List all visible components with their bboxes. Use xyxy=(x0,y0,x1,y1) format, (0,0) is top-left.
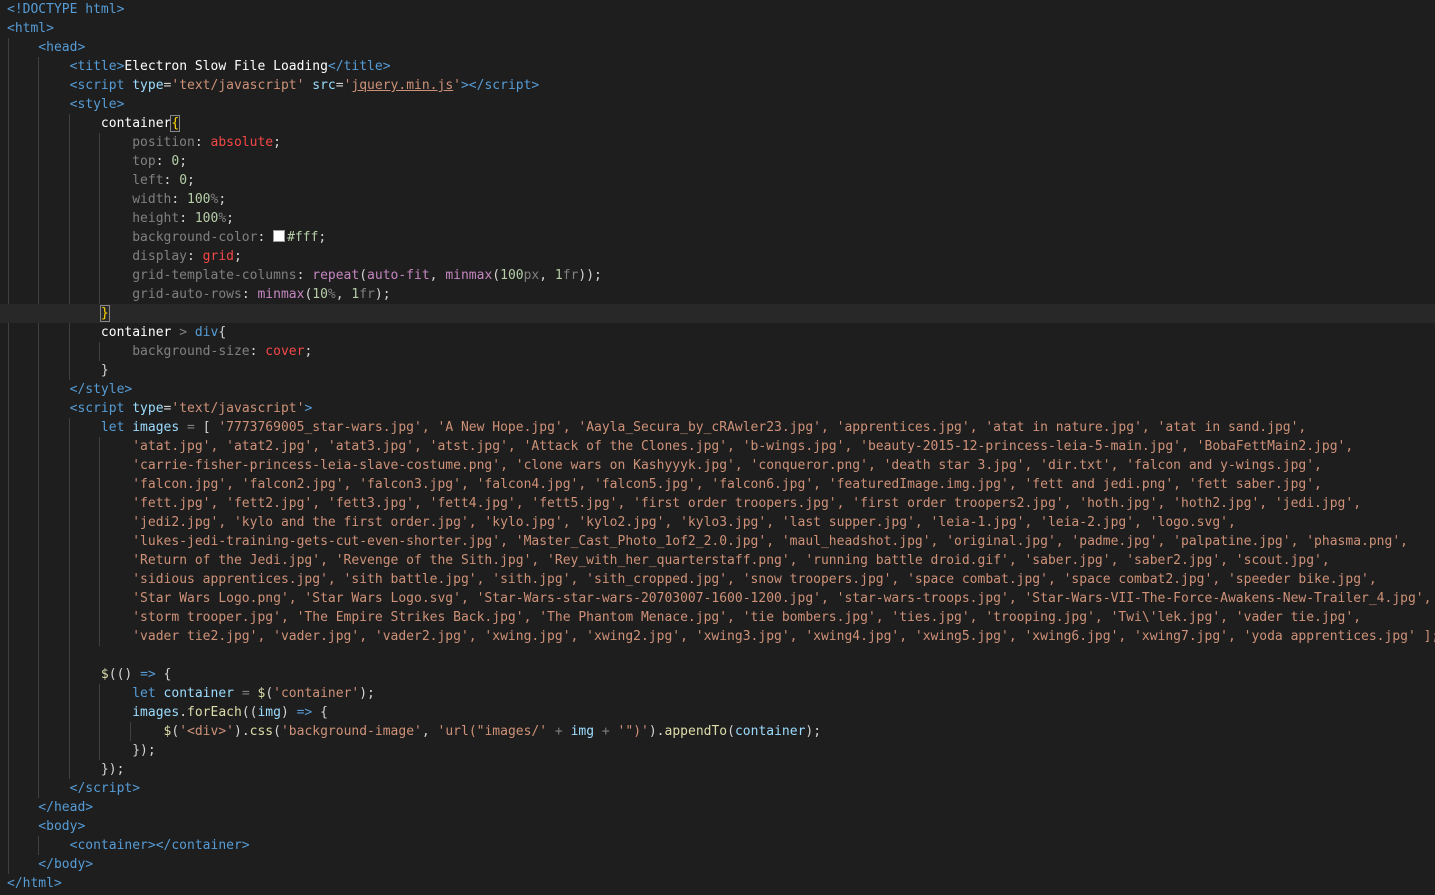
code-line[interactable]: $('<div>').css('background-image', 'url(… xyxy=(0,722,1435,741)
images-array-line: 'atat.jpg', 'atat2.jpg', 'atat3.jpg', 'a… xyxy=(132,439,1354,454)
bracket-match: { xyxy=(170,115,181,132)
code-line[interactable]: background-color: #fff; xyxy=(0,228,1435,247)
code-line[interactable]: container{ xyxy=(0,114,1435,133)
code-line[interactable]: 'sidious apprentices.jpg', 'sith battle.… xyxy=(0,570,1435,589)
code-line[interactable]: 'lukes-jedi-training-gets-cut-even-short… xyxy=(0,532,1435,551)
code-line[interactable]: <body> xyxy=(0,817,1435,836)
code-line[interactable]: </head> xyxy=(0,798,1435,817)
doctype: <!DOCTYPE html> xyxy=(7,2,125,17)
images-array-line: 'storm trooper.jpg', 'The Empire Strikes… xyxy=(132,610,1362,625)
code-line[interactable]: grid-template-columns: repeat(auto-fit, … xyxy=(0,266,1435,285)
images-array-line: '7773769005_star-wars.jpg', 'A New Hope.… xyxy=(218,420,1307,435)
current-line[interactable]: } xyxy=(0,304,1435,323)
code-line[interactable]: 'atat.jpg', 'atat2.jpg', 'atat3.jpg', 'a… xyxy=(0,437,1435,456)
code-line[interactable]: 'jedi2.jpg', 'kylo and the first order.j… xyxy=(0,513,1435,532)
code-line[interactable]: <container></container> xyxy=(0,836,1435,855)
code-line[interactable]: <title>Electron Slow File Loading</title… xyxy=(0,57,1435,76)
code-line[interactable]: }); xyxy=(0,760,1435,779)
code-line[interactable]: <style> xyxy=(0,95,1435,114)
images-array-line: 'fett.jpg', 'fett2.jpg', 'fett3.jpg', 'f… xyxy=(132,496,1362,511)
images-array-line: 'lukes-jedi-training-gets-cut-even-short… xyxy=(132,534,1408,549)
code-line[interactable]: 'carrie-fisher-princess-leia-slave-costu… xyxy=(0,456,1435,475)
code-editor[interactable]: <!DOCTYPE html> <html> <head> <title>Ele… xyxy=(0,0,1435,895)
jquery-src-link[interactable]: jquery.min.js xyxy=(351,78,453,93)
color-swatch[interactable] xyxy=(273,230,286,242)
code-line[interactable]: 'storm trooper.jpg', 'The Empire Strikes… xyxy=(0,608,1435,627)
code-line[interactable]: let images = [ '7773769005_star-wars.jpg… xyxy=(0,418,1435,437)
code-line[interactable]: $(() => { xyxy=(0,665,1435,684)
code-line[interactable]: <script type='text/javascript' src='jque… xyxy=(0,76,1435,95)
code-line[interactable]: images.forEach((img) => { xyxy=(0,703,1435,722)
code-line[interactable]: }); xyxy=(0,741,1435,760)
images-array-line: 'jedi2.jpg', 'kylo and the first order.j… xyxy=(132,515,1236,530)
images-array-line: 'vader tie2.jpg', 'vader.jpg', 'vader2.j… xyxy=(132,629,1435,644)
code-line[interactable]: position: absolute; xyxy=(0,133,1435,152)
images-array-line: 'falcon.jpg', 'falcon2.jpg', 'falcon3.jp… xyxy=(132,477,1322,492)
code-line[interactable]: top: 0; xyxy=(0,152,1435,171)
code-line[interactable]: <!DOCTYPE html> xyxy=(0,0,1435,19)
code-line[interactable] xyxy=(0,646,1435,665)
code-line[interactable]: left: 0; xyxy=(0,171,1435,190)
code-line[interactable]: 'fett.jpg', 'fett2.jpg', 'fett3.jpg', 'f… xyxy=(0,494,1435,513)
code-line[interactable]: </style> xyxy=(0,380,1435,399)
images-array-line: 'Star Wars Logo.png', 'Star Wars Logo.sv… xyxy=(132,591,1432,606)
images-array-line: 'sidious apprentices.jpg', 'sith battle.… xyxy=(132,572,1377,587)
head-open-tag: <head> xyxy=(7,40,86,55)
code-line[interactable]: height: 100%; xyxy=(0,209,1435,228)
code-line[interactable]: <script type='text/javascript'> xyxy=(0,399,1435,418)
text-caret xyxy=(108,305,110,320)
code-line[interactable]: </script> xyxy=(0,779,1435,798)
code-line[interactable]: </html> xyxy=(0,874,1435,893)
code-line[interactable]: grid-auto-rows: minmax(10%, 1fr); xyxy=(0,285,1435,304)
code-line[interactable]: 'vader tie2.jpg', 'vader.jpg', 'vader2.j… xyxy=(0,627,1435,646)
code-line[interactable]: width: 100%; xyxy=(0,190,1435,209)
code-line[interactable]: background-size: cover; xyxy=(0,342,1435,361)
code-line[interactable]: } xyxy=(0,361,1435,380)
script-type-value: 'text/javascript' xyxy=(171,78,305,93)
code-line[interactable]: <html> xyxy=(0,19,1435,38)
images-array-line: 'carrie-fisher-princess-leia-slave-costu… xyxy=(132,458,1322,473)
code-line[interactable]: display: grid; xyxy=(0,247,1435,266)
html-open-tag: <html> xyxy=(7,21,54,36)
title-text: Electron Slow File Loading xyxy=(124,59,328,74)
code-line[interactable]: container > div{ xyxy=(0,323,1435,342)
images-array-line: 'Return of the Jedi.jpg', 'Revenge of th… xyxy=(132,553,1330,568)
bracket-match: } xyxy=(99,305,110,322)
code-line[interactable]: </body> xyxy=(0,855,1435,874)
code-line[interactable]: <head> xyxy=(0,38,1435,57)
code-line[interactable]: 'Star Wars Logo.png', 'Star Wars Logo.sv… xyxy=(0,589,1435,608)
code-line[interactable]: 'Return of the Jedi.jpg', 'Revenge of th… xyxy=(0,551,1435,570)
code-line[interactable]: let container = $('container'); xyxy=(0,684,1435,703)
code-line[interactable]: 'falcon.jpg', 'falcon2.jpg', 'falcon3.jp… xyxy=(0,475,1435,494)
css-selector: container xyxy=(100,116,172,131)
